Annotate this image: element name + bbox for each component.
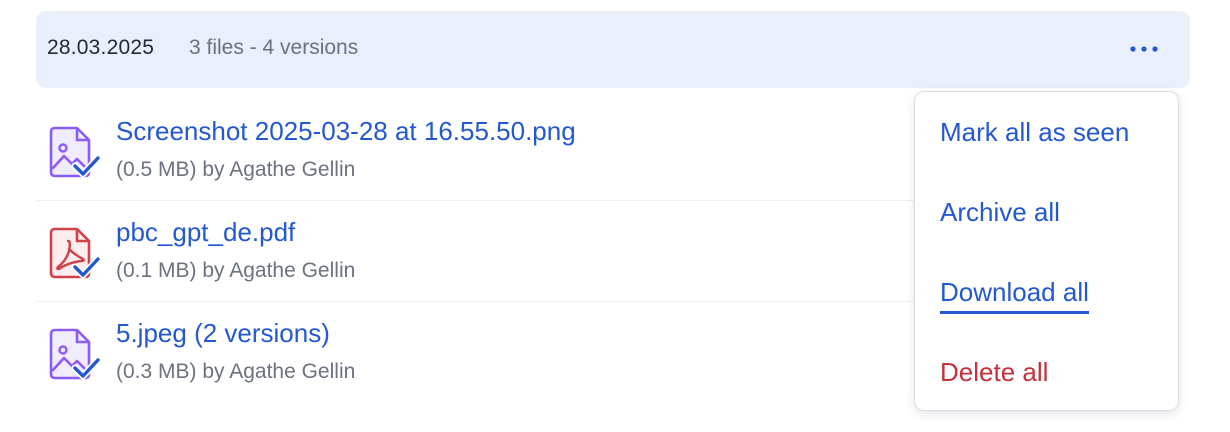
file-meta: (0.3 MB) by Agathe Gellin: [116, 360, 356, 383]
file-name-link[interactable]: 5.jpeg (2 versions): [116, 318, 330, 349]
file-meta: (0.5 MB) by Agathe Gellin: [116, 158, 356, 181]
image-file-icon: [47, 124, 103, 182]
more-actions-button[interactable]: [1126, 35, 1162, 63]
seen-check-icon: [71, 356, 101, 380]
seen-check-icon: [71, 154, 101, 178]
seen-check-icon: [71, 255, 101, 279]
file-group: 28.03.2025 3 files - 4 versions Screensh…: [0, 0, 1230, 432]
file-row: pbc_gpt_de.pdf (0.1 MB) by Agathe Gellin: [36, 201, 976, 302]
image-file-icon: [47, 326, 103, 384]
group-summary: 3 files - 4 versions: [189, 36, 359, 59]
archive-all-menu-item[interactable]: Archive all: [940, 197, 1060, 228]
file-row: Screenshot 2025-03-28 at 16.55.50.png (0…: [36, 100, 976, 201]
file-row: 5.jpeg (2 versions) (0.3 MB) by Agathe G…: [36, 302, 976, 402]
delete-all-menu-item[interactable]: Delete all: [940, 357, 1048, 388]
file-name-link[interactable]: pbc_gpt_de.pdf: [116, 217, 295, 248]
pdf-file-icon: [47, 225, 103, 283]
ellipsis-icon: [1130, 46, 1158, 52]
group-header: 28.03.2025 3 files - 4 versions: [36, 11, 1190, 88]
mark-all-seen-menu-item[interactable]: Mark all as seen: [940, 117, 1129, 148]
group-actions-menu: Mark all as seen Archive all Download al…: [914, 91, 1179, 411]
file-meta: (0.1 MB) by Agathe Gellin: [116, 259, 356, 282]
file-name-link[interactable]: Screenshot 2025-03-28 at 16.55.50.png: [116, 116, 576, 147]
download-all-menu-item[interactable]: Download all: [940, 277, 1089, 314]
group-date: 28.03.2025: [47, 36, 155, 59]
